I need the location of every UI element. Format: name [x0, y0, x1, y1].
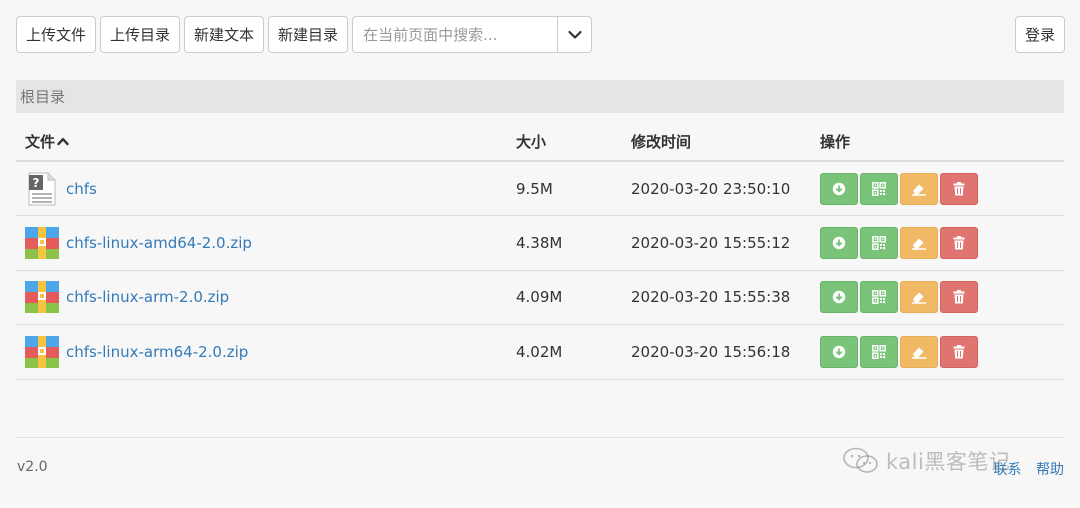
- contact-link[interactable]: 联系: [994, 462, 1022, 478]
- new-directory-button[interactable]: 新建目录: [268, 16, 349, 53]
- file-modified: 2020-03-20 23:50:10: [622, 161, 811, 216]
- header-name[interactable]: 文件: [16, 123, 507, 162]
- download-icon: [832, 345, 846, 358]
- chevron-up-icon: [57, 138, 69, 146]
- file-size: 4.38M: [507, 215, 622, 271]
- download-icon: [832, 236, 846, 249]
- file-modified: 2020-03-20 15:55:12: [622, 215, 811, 271]
- wechat-icon: [843, 447, 878, 473]
- rename-button[interactable]: [900, 226, 938, 259]
- eraser-icon: [912, 292, 926, 304]
- download-icon: [832, 182, 846, 195]
- rename-button[interactable]: [900, 335, 938, 368]
- file-link[interactable]: chfs-linux-arm64-2.0.zip: [66, 343, 248, 361]
- download-button[interactable]: [820, 335, 858, 368]
- trash-icon: [953, 235, 965, 250]
- delete-button[interactable]: [940, 226, 978, 259]
- file-size: 4.02M: [507, 324, 622, 380]
- eraser-icon: [912, 184, 926, 196]
- search-input[interactable]: [352, 16, 558, 53]
- header-name-label: 文件: [25, 133, 56, 151]
- upload-directory-button[interactable]: 上传目录: [100, 16, 181, 53]
- trash-icon: [953, 290, 965, 304]
- trash-icon: [953, 181, 965, 195]
- qrcode-icon: [872, 235, 886, 250]
- download-icon: [832, 291, 846, 304]
- table-header-row: 文件 大小 修改时间 操作: [16, 123, 1064, 162]
- file-table: 文件 大小 修改时间 操作 ? chfs 9.5M 2020-03-20 23:…: [16, 123, 1064, 380]
- header-modified[interactable]: 修改时间: [622, 123, 811, 162]
- zip-file-icon: [25, 226, 59, 259]
- qrcode-button[interactable]: [860, 172, 898, 205]
- qrcode-icon: [872, 181, 886, 196]
- download-button[interactable]: [820, 172, 858, 205]
- file-size: 4.09M: [507, 270, 622, 325]
- zip-file-icon: [25, 335, 59, 368]
- table-row: chfs-linux-arm-2.0.zip 4.09M 2020-03-20 …: [16, 270, 1064, 325]
- rename-button[interactable]: [900, 172, 938, 205]
- search-dropdown-button[interactable]: [557, 16, 593, 53]
- file-modified: 2020-03-20 15:55:38: [622, 270, 811, 325]
- eraser-icon: [912, 347, 926, 359]
- qrcode-button[interactable]: [860, 226, 898, 259]
- download-button[interactable]: [820, 281, 858, 314]
- breadcrumb: 根目录: [16, 80, 1064, 113]
- zip-file-icon: [25, 281, 59, 314]
- help-link[interactable]: 帮助: [1036, 462, 1064, 478]
- login-button[interactable]: 登录: [1014, 16, 1065, 53]
- table-row: chfs-linux-amd64-2.0.zip 4.38M 2020-03-2…: [16, 215, 1064, 271]
- file-modified: 2020-03-20 15:56:18: [622, 324, 811, 380]
- chevron-down-icon: [567, 30, 582, 39]
- header-actions: 操作: [811, 123, 1064, 162]
- unknown-file-icon: ?: [28, 172, 56, 205]
- version-label: v2.0: [17, 459, 48, 475]
- delete-button[interactable]: [940, 335, 978, 368]
- upload-file-button[interactable]: 上传文件: [16, 16, 97, 53]
- new-text-button[interactable]: 新建文本: [184, 16, 265, 53]
- table-row: chfs-linux-arm64-2.0.zip 4.02M 2020-03-2…: [16, 324, 1064, 380]
- delete-button[interactable]: [940, 281, 978, 314]
- header-size[interactable]: 大小: [507, 123, 622, 162]
- file-link[interactable]: chfs-linux-arm-2.0.zip: [66, 288, 229, 306]
- download-button[interactable]: [820, 226, 858, 259]
- eraser-icon: [912, 238, 926, 250]
- qrcode-icon: [872, 290, 886, 305]
- delete-button[interactable]: [940, 172, 978, 205]
- svg-text:?: ?: [33, 176, 40, 190]
- table-row: ? chfs 9.5M 2020-03-20 23:50:10: [16, 161, 1064, 216]
- file-size: 9.5M: [507, 161, 622, 216]
- toolbar: 上传文件 上传目录 新建文本 新建目录: [16, 16, 593, 53]
- qrcode-icon: [872, 344, 886, 359]
- qrcode-button[interactable]: [860, 281, 898, 314]
- search-group: [352, 16, 593, 53]
- trash-icon: [953, 344, 965, 359]
- file-link[interactable]: chfs: [66, 180, 97, 198]
- qrcode-button[interactable]: [860, 335, 898, 368]
- footer-links: 联系 帮助: [984, 459, 1064, 479]
- rename-button[interactable]: [900, 281, 938, 314]
- footer-divider: [16, 437, 1064, 438]
- file-link[interactable]: chfs-linux-amd64-2.0.zip: [66, 234, 252, 252]
- breadcrumb-root[interactable]: 根目录: [20, 86, 65, 107]
